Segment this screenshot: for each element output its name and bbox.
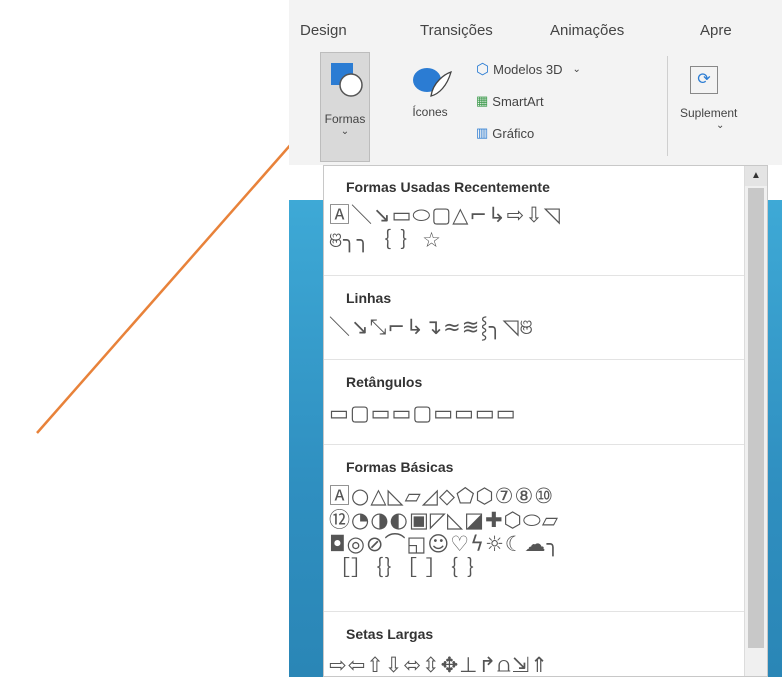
shape-row[interactable]: 🄰＼↘▭⬭▢△⌐↳⇨⇩◹ <box>329 204 561 226</box>
modelos-3d-label: Modelos 3D <box>493 61 563 77</box>
shapes-dropdown: Formas Usadas Recentemente 🄰＼↘▭⬭▢△⌐↳⇨⇩◹ … <box>323 165 768 677</box>
section-title-basic: Formas Básicas <box>346 459 454 475</box>
tab-animacoes[interactable]: Animações <box>550 22 624 39</box>
tab-design[interactable]: Design <box>300 22 347 39</box>
scroll-up-arrow-icon[interactable]: ▲ <box>745 166 767 186</box>
addins-icon: ⟳ <box>690 66 718 94</box>
section-title-block-arrows: Setas Largas <box>346 626 434 642</box>
shape-row[interactable]: 🄰○△◺▱◿◇⬠⬡⑦⑧⑩ <box>329 485 554 507</box>
shape-row[interactable]: ଞ╮╮｛ ｝☆ <box>329 229 442 251</box>
formas-label: Formas <box>324 112 366 126</box>
tab-transicoes[interactable]: Transições <box>420 22 493 39</box>
smartart-label: SmartArt <box>492 93 544 109</box>
section-title-rectangles: Retângulos <box>346 374 423 390</box>
modelos-3d-button[interactable]: ⬡ Modelos 3D ⌄ <box>476 60 581 78</box>
suplementos-label: Suplement <box>680 106 738 120</box>
smartart-icon: ▦ <box>476 93 489 108</box>
chevron-down-icon: ⌄ <box>340 126 350 137</box>
section-divider <box>324 444 744 445</box>
shape-row[interactable]: ［］｛｝［ ］｛ ｝ <box>329 557 489 579</box>
shape-row[interactable]: ▭▢▭▭▢▭▭▭▭ <box>329 402 517 424</box>
section-title-recent: Formas Usadas Recentemente <box>346 179 550 195</box>
suplementos-button[interactable]: ⟳ Suplement ⌄ <box>680 62 782 131</box>
shape-row[interactable]: ⇨⇦⇧⇩⬄⇳✥⊥↱⩍⇲⇑ <box>329 654 549 676</box>
bird-icon <box>413 68 452 97</box>
cube-icon: ⬡ <box>476 61 490 78</box>
chevron-down-icon: ⌄ <box>572 63 581 75</box>
shape-row[interactable]: ◘◎⊘⌒◱☺♡ϟ☼☾☁╮ <box>329 533 560 555</box>
tab-apresentacao[interactable]: Apre <box>700 22 732 39</box>
shapes-icon <box>331 63 363 97</box>
scrollbar-thumb[interactable] <box>748 188 764 648</box>
section-divider <box>324 359 744 360</box>
smartart-button[interactable]: ▦ SmartArt <box>476 93 544 109</box>
icones-button[interactable]: Ícones <box>402 56 458 119</box>
chart-icon: ▥ <box>476 125 489 140</box>
shape-row[interactable]: ⑫◔◑◐▣◸◺◪✚⬡⬭▱ <box>329 509 559 531</box>
menu-scrollbar[interactable]: ▲ <box>744 166 767 676</box>
grafico-label: Gráfico <box>492 125 535 141</box>
grafico-button[interactable]: ▥ Gráfico <box>476 125 534 141</box>
section-divider <box>324 611 744 612</box>
icones-label: Ícones <box>412 105 448 119</box>
formas-button[interactable]: Formas ⌄ <box>320 52 370 162</box>
chevron-down-icon: ⌄ <box>716 120 725 131</box>
section-title-lines: Linhas <box>346 290 392 306</box>
section-divider <box>324 275 744 276</box>
group-separator <box>667 56 668 156</box>
shape-row[interactable]: ＼↘⤡⌐↳↴≈≋⸾╮◹ଞ <box>329 316 534 338</box>
